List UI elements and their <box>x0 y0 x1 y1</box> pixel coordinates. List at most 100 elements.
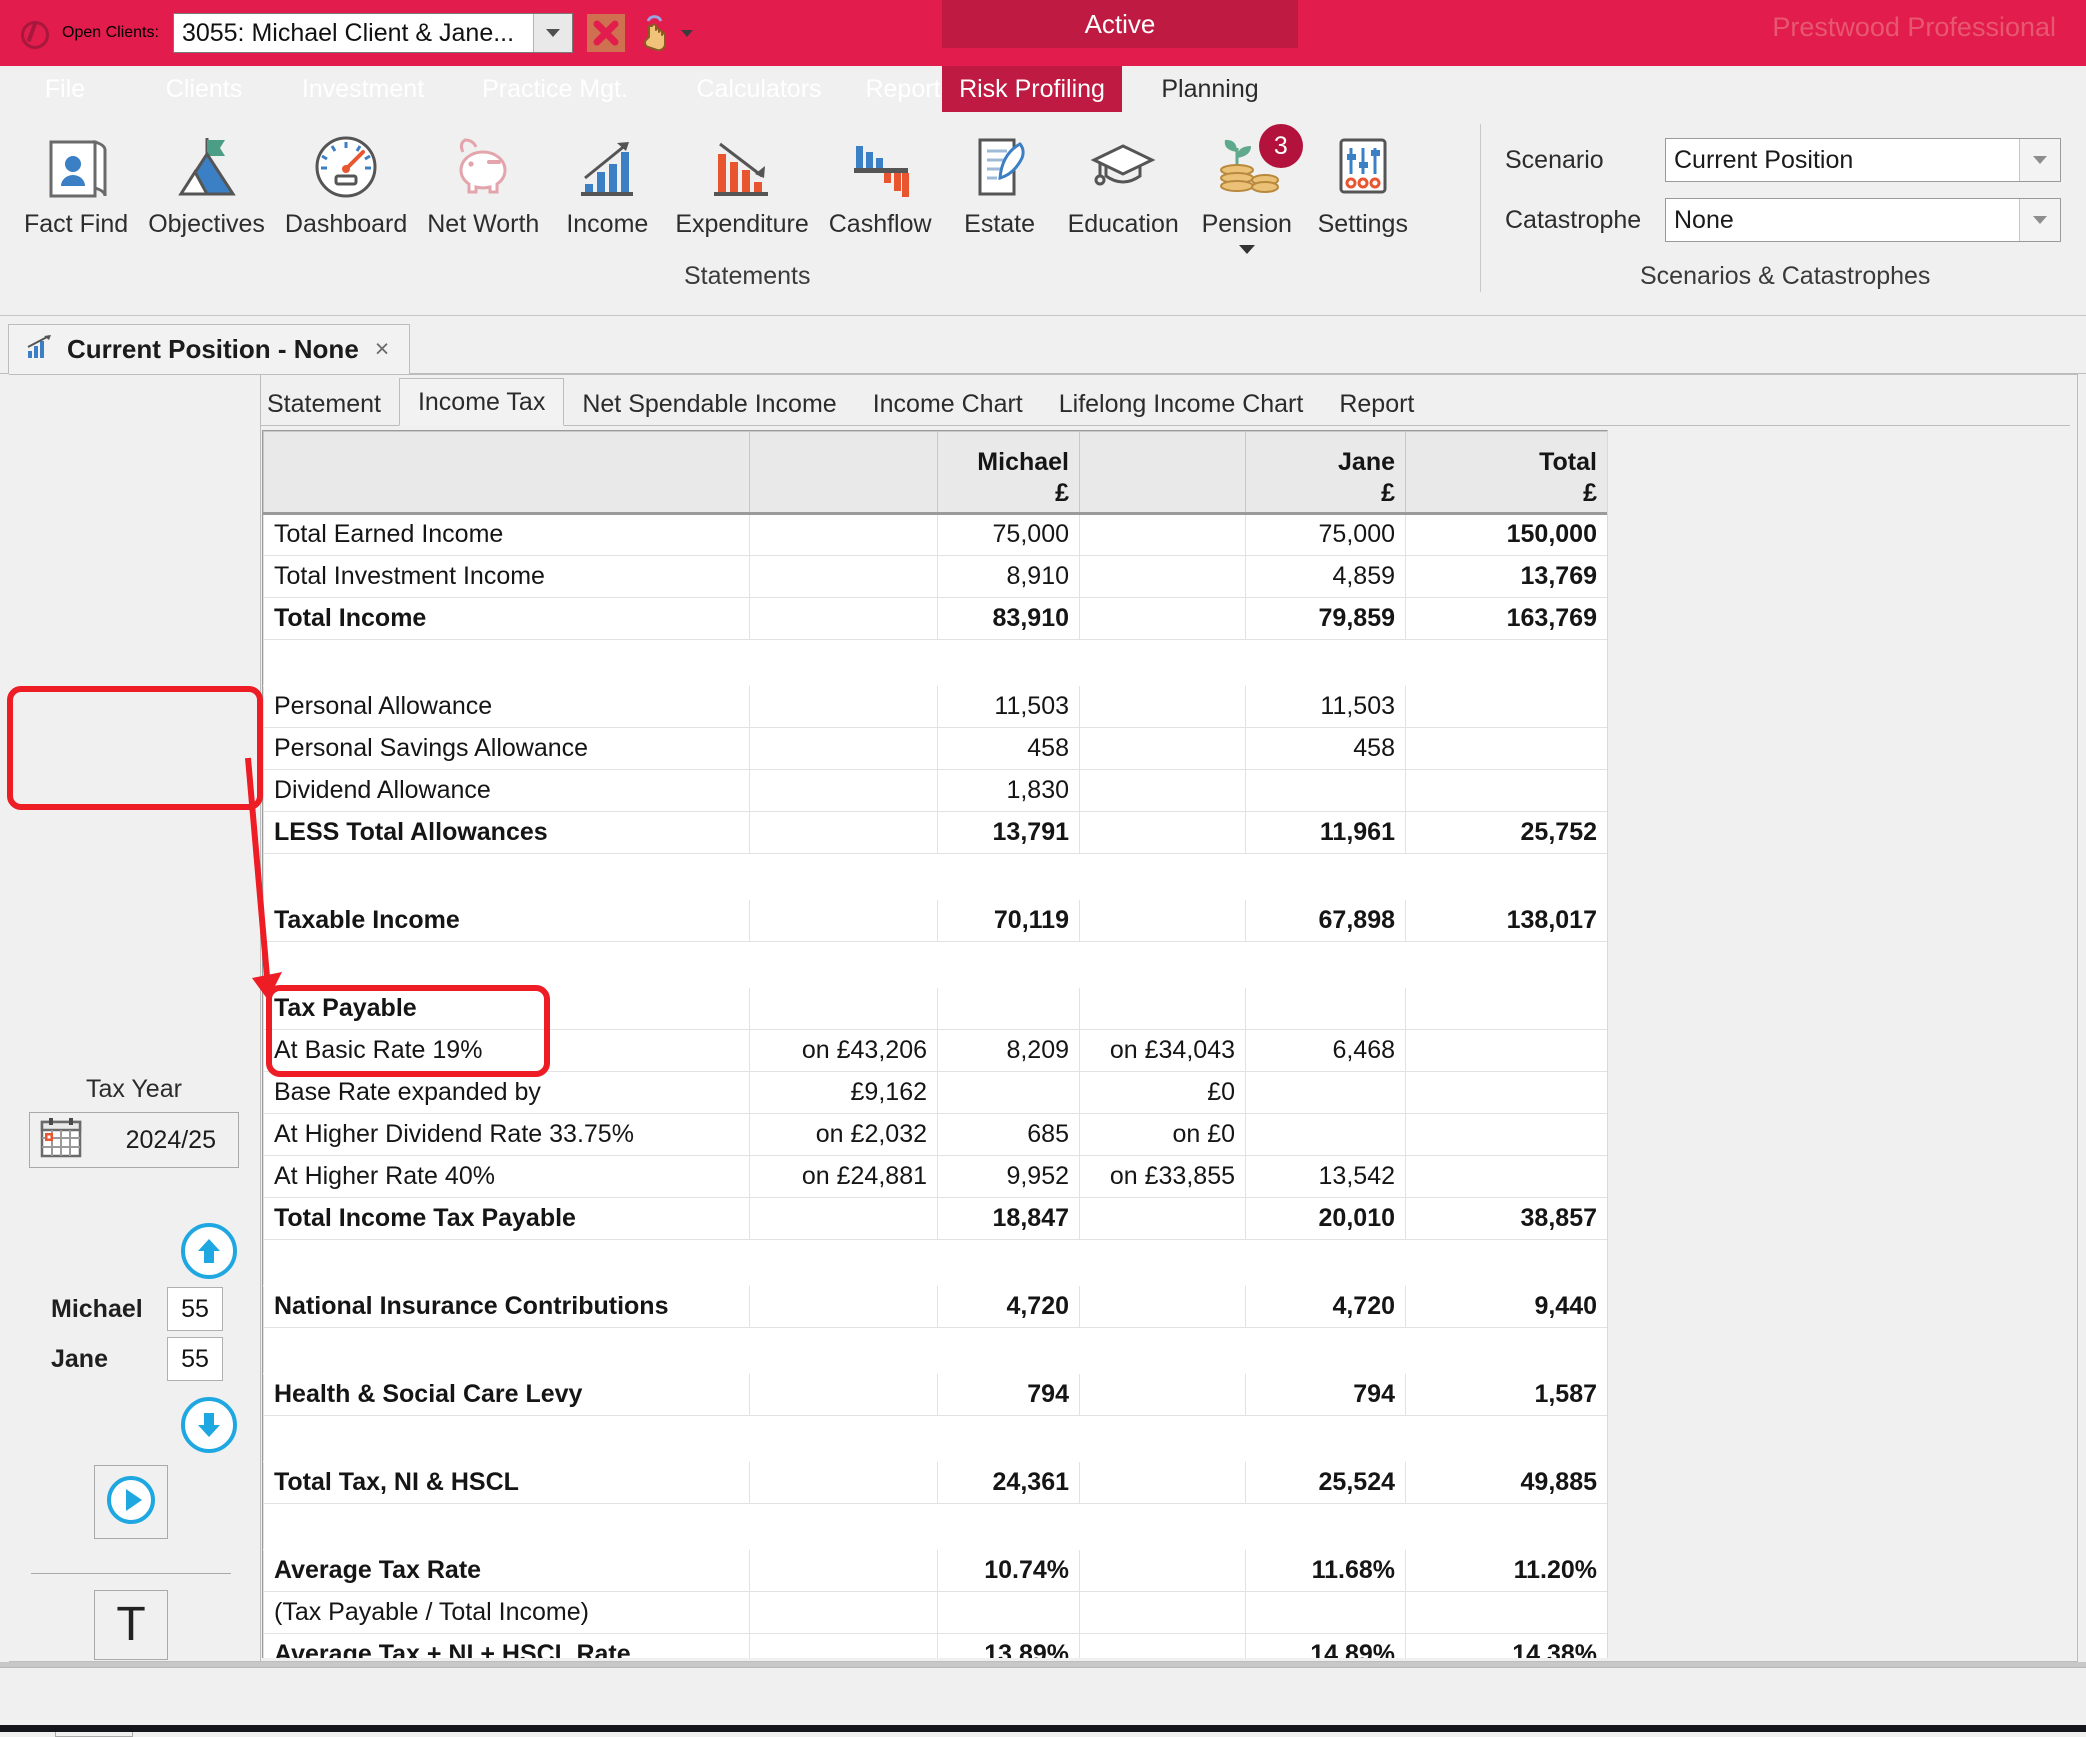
ribbon-item-pension[interactable]: 3 Pension <box>1189 120 1305 254</box>
chevron-down-icon[interactable] <box>2019 139 2060 181</box>
table-row[interactable]: Personal Savings Allowance 458 458 <box>263 727 1607 770</box>
row-value <box>749 597 938 640</box>
table-row[interactable]: Total Income 83,910 79,859 163,769 <box>263 597 1607 640</box>
spacer-cell <box>937 1327 1080 1374</box>
row-value <box>1079 597 1246 640</box>
chevron-down-icon[interactable] <box>2019 199 2060 241</box>
catastrophe-select[interactable]: None <box>1665 198 2061 242</box>
tab-statement[interactable]: Statement <box>249 382 399 426</box>
menu-item-calculators[interactable]: Calculators <box>662 66 856 112</box>
tab-net-spendable-income[interactable]: Net Spendable Income <box>564 382 854 426</box>
table-row[interactable]: Average Tax + NI + HSCL Rate 13.89% 14.89%… <box>263 1633 1607 1658</box>
row-value: 685 <box>937 1113 1080 1156</box>
table-row[interactable]: Taxable Income 70,119 67,898 138,017 <box>263 899 1607 942</box>
ribbon-item-net-worth[interactable]: Net Worth <box>417 120 549 239</box>
ribbon-item-cashflow[interactable]: Cashflow <box>819 120 942 239</box>
tab-report[interactable]: Report <box>1321 382 1432 426</box>
table-row[interactable]: At Basic Rate 19% on £43,206 8,209 on £34,0… <box>263 1029 1607 1072</box>
row-value <box>937 1071 1080 1114</box>
document-tab[interactable]: Current Position - None × <box>8 324 411 374</box>
ribbon-item-education[interactable]: Education <box>1058 120 1189 239</box>
expenditure-bar-down-icon <box>704 126 780 208</box>
table-row[interactable]: At Higher Rate 40% on £24,881 9,952 on £33,… <box>263 1155 1607 1198</box>
tax-year-field[interactable]: 2024/25 <box>29 1112 239 1168</box>
chevron-down-icon[interactable] <box>680 29 693 37</box>
row-value <box>749 1461 938 1504</box>
table-row[interactable]: LESS Total Allowances 13,791 11,961 25,752 <box>263 811 1607 854</box>
left-control-panel: Tax Year 2024/25 Michael 55 Jane 55 T <box>9 375 261 1737</box>
age-input-michael[interactable]: 55 <box>167 1287 223 1331</box>
row-value: on £0 <box>1079 1113 1246 1156</box>
row-value: 458 <box>937 727 1080 770</box>
income-tax-table-container[interactable]: Michael £ Jane £ Total £ Total Earned In… <box>262 430 1608 1658</box>
arrow-down-circle-icon[interactable] <box>181 1397 237 1453</box>
ribbon-item-dashboard[interactable]: Dashboard <box>275 120 417 239</box>
ribbon-item-expenditure[interactable]: Expenditure <box>665 120 818 239</box>
menu-item-file[interactable]: File <box>20 66 110 112</box>
row-value <box>1079 1633 1246 1658</box>
play-button[interactable] <box>94 1465 168 1539</box>
tax-year-control: Tax Year 2024/25 <box>29 1075 239 1168</box>
ribbon-label: Estate <box>964 210 1036 238</box>
close-icon[interactable]: × <box>371 335 394 364</box>
row-label: National Insurance Contributions <box>263 1285 750 1328</box>
table-row[interactable]: Base Rate expanded by £9,162 £0 <box>263 1071 1607 1114</box>
menu-item-clients[interactable]: Clients <box>132 66 276 112</box>
spacer-cell <box>1245 1239 1406 1286</box>
spacer-cell <box>1079 1239 1246 1286</box>
ribbon-item-settings[interactable]: Settings <box>1305 120 1421 239</box>
spacer-cell <box>263 1239 750 1286</box>
menu-item-investment[interactable]: Investment <box>268 66 458 112</box>
row-value: 1,587 <box>1405 1373 1607 1416</box>
arrow-up-circle-icon[interactable] <box>181 1223 237 1279</box>
text-format-button[interactable]: T <box>94 1590 168 1660</box>
hand-pointer-button[interactable] <box>639 15 693 51</box>
tab-lifelong-income-chart[interactable]: Lifelong Income Chart <box>1041 382 1322 426</box>
row-value <box>1245 769 1406 812</box>
table-spacer-row <box>263 1503 1607 1550</box>
menu-item-planning[interactable]: Planning <box>1122 66 1298 112</box>
col-header-jane: Jane £ <box>1245 431 1406 514</box>
row-value: 14.38% <box>1405 1633 1607 1658</box>
table-row[interactable]: Total Earned Income 75,000 75,000 150,000 <box>263 513 1607 556</box>
row-value: 75,000 <box>937 513 1080 556</box>
tab-income-chart[interactable]: Income Chart <box>855 382 1041 426</box>
table-row[interactable]: Dividend Allowance 1,830 <box>263 769 1607 812</box>
chevron-down-icon[interactable] <box>532 14 572 52</box>
ribbon-item-income[interactable]: Income <box>549 120 665 239</box>
table-row[interactable]: (Tax Payable / Total Income) <box>263 1591 1607 1634</box>
spacer-cell <box>937 1239 1080 1286</box>
table-row[interactable]: Health & Social Care Levy 794 794 1,587 <box>263 1373 1607 1416</box>
table-row[interactable]: Total Income Tax Payable 18,847 20,010 38,8… <box>263 1197 1607 1240</box>
ribbon-item-fact-find[interactable]: Fact Find <box>14 120 138 239</box>
col-header-total-name: Total <box>1539 447 1597 476</box>
ribbon-item-estate[interactable]: Estate <box>942 120 1058 239</box>
table-row[interactable]: Total Tax, NI & HSCL 24,361 25,524 49,885 <box>263 1461 1607 1504</box>
income-bar-up-icon <box>571 126 643 208</box>
spacer-cell <box>749 853 938 900</box>
menu-item-risk-profiling[interactable]: Risk Profiling <box>942 66 1122 112</box>
table-row[interactable]: Average Tax Rate 10.74% 11.68% 11.20% <box>263 1549 1607 1592</box>
table-spacer-row <box>263 1239 1607 1286</box>
table-row[interactable]: At Higher Dividend Rate 33.75% on £2,032 6… <box>263 1113 1607 1156</box>
row-value: 49,885 <box>1405 1461 1607 1504</box>
table-row[interactable]: Total Investment Income 8,910 4,859 13,769 <box>263 555 1607 598</box>
tab-income-tax[interactable]: Income Tax <box>398 378 565 426</box>
table-row[interactable]: Tax Payable <box>263 987 1607 1030</box>
row-label: Taxable Income <box>263 899 750 942</box>
row-value <box>749 1633 938 1658</box>
open-clients-combobox[interactable]: 3055: Michael Client & Jane... <box>172 13 573 53</box>
menu-item-practice-mgt[interactable]: Practice Mgt. <box>448 66 662 112</box>
age-input-jane[interactable]: 55 <box>167 1337 223 1381</box>
scenario-select[interactable]: Current Position <box>1665 138 2061 182</box>
table-row[interactable]: National Insurance Contributions 4,720 4,7… <box>263 1285 1607 1328</box>
red-x-icon[interactable] <box>586 14 625 52</box>
table-row[interactable]: Personal Allowance 11,503 11,503 <box>263 685 1607 728</box>
chevron-down-icon[interactable] <box>1238 245 1255 254</box>
ribbon-item-objectives[interactable]: Objectives <box>138 120 275 239</box>
spacer-cell <box>1405 639 1607 686</box>
row-value <box>1245 1591 1406 1634</box>
row-value: 8,209 <box>937 1029 1080 1072</box>
objectives-flag-icon <box>171 126 243 208</box>
menu-item-label: Investment <box>301 74 425 103</box>
